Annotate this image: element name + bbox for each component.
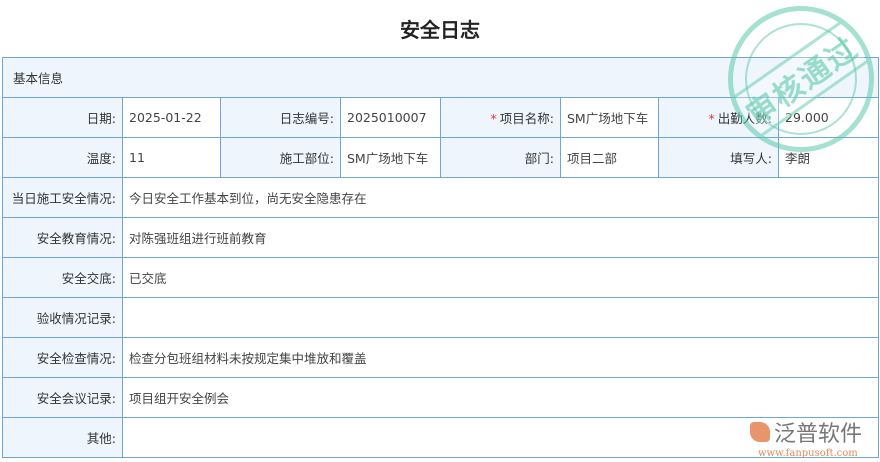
- section-header: 基本信息: [1, 57, 880, 98]
- department-label: 部门:: [440, 137, 561, 178]
- filled-by-label: 填写人:: [658, 137, 779, 178]
- temperature-value[interactable]: 11: [122, 137, 221, 178]
- logo-mark-icon: [750, 422, 770, 442]
- acceptance-record-value[interactable]: [121, 297, 880, 338]
- acceptance-record-label: 验收情况记录:: [2, 297, 123, 338]
- other-label: 其他:: [2, 417, 123, 458]
- required-mark: *: [708, 111, 715, 126]
- safety-education-label: 安全教育情况:: [2, 217, 123, 258]
- safety-education-value[interactable]: 对陈强班组进行班前教育: [121, 217, 880, 258]
- log-number-value[interactable]: 2025010007: [340, 97, 441, 138]
- date-value[interactable]: 2025-01-22: [122, 97, 221, 138]
- safety-briefing-value[interactable]: 已交底: [121, 257, 880, 298]
- brand-logo: 泛普软件 www.fanpusoft.com: [750, 416, 876, 459]
- department-value[interactable]: 项目二部: [560, 137, 659, 178]
- temperature-label: 温度:: [2, 137, 123, 178]
- safety-inspection-label: 安全检查情况:: [2, 337, 123, 378]
- construction-site-label: 施工部位:: [220, 137, 341, 178]
- filled-by-value[interactable]: 李朗: [777, 137, 880, 178]
- safety-meeting-label: 安全会议记录:: [2, 377, 123, 418]
- daily-safety-label: 当日施工安全情况:: [2, 177, 123, 218]
- attendance-label: * 出勤人数:: [658, 97, 779, 138]
- log-number-label: 日志编号:: [220, 97, 341, 138]
- daily-safety-value[interactable]: 今日安全工作基本到位，尚无安全隐患存在: [121, 177, 880, 218]
- project-name-label: * 项目名称:: [440, 97, 561, 138]
- page-title: 安全日志: [400, 18, 480, 42]
- safety-meeting-value[interactable]: 项目组开安全例会: [121, 377, 880, 418]
- required-mark: *: [490, 111, 497, 126]
- construction-site-value[interactable]: SM广场地下车: [340, 137, 441, 178]
- date-label: 日期:: [2, 97, 123, 138]
- safety-log-form: 基本信息 日期: 2025-01-22 日志编号: 2025010007 * 项目…: [1, 57, 880, 458]
- project-name-value[interactable]: SM广场地下车: [560, 97, 659, 138]
- safety-briefing-label: 安全交底:: [2, 257, 123, 298]
- safety-inspection-value[interactable]: 检查分包班组材料未按规定集中堆放和覆盖: [121, 337, 880, 378]
- attendance-value[interactable]: 29.000: [777, 97, 880, 138]
